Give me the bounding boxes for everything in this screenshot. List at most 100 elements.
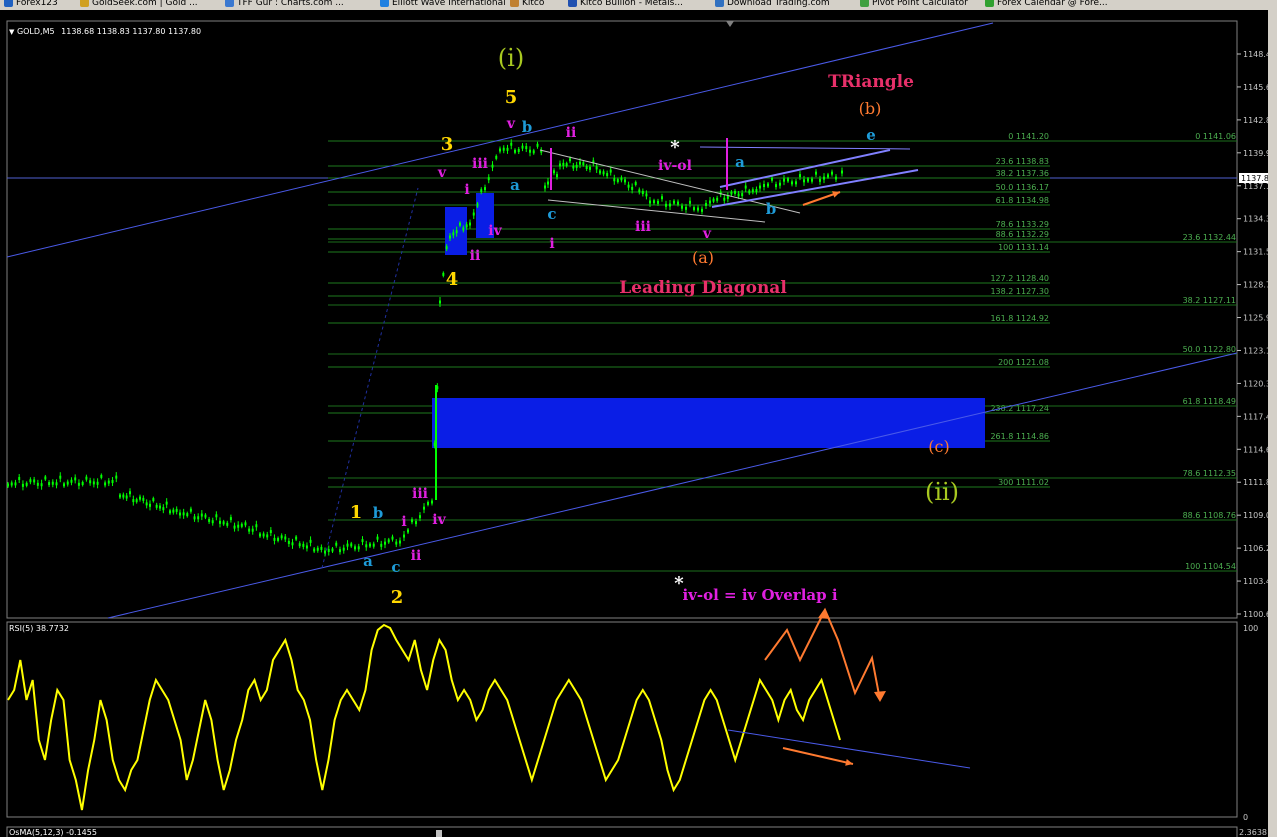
candle-body [544, 185, 546, 189]
candle-body [701, 208, 703, 212]
wave-2-label: 2 [391, 587, 404, 608]
taskbar-item[interactable]: GoldSeek.com | Gold ... [80, 0, 198, 8]
candle-body [487, 177, 490, 181]
candle-body [759, 185, 761, 189]
candle-body [179, 512, 181, 516]
candle-body [476, 203, 479, 207]
candle-body [85, 476, 88, 480]
taskbar-item-label: Forex123 [16, 0, 58, 8]
main-chart-header: ▼ GOLD,M5 1138.68 1138.83 1137.80 1137.8… [9, 27, 201, 36]
candle-body [240, 523, 243, 527]
fib-label: 261.8 1114.86 [990, 432, 1049, 441]
candle-body [229, 517, 232, 521]
candle-body [716, 197, 719, 201]
osma-label: 2.3638 [1239, 828, 1267, 837]
candle-body [14, 482, 17, 486]
candle-body [627, 184, 630, 188]
gold-icon [80, 0, 89, 7]
taskbar-item[interactable]: Elliott Wave International [380, 0, 506, 8]
candle-body [827, 174, 829, 178]
taskbar-item[interactable]: Kitco [510, 0, 544, 8]
candle-body [565, 163, 568, 167]
candle-body [186, 513, 189, 517]
dropdown-icon[interactable]: ▼ [9, 28, 14, 36]
taskbar: Forex123 GoldSeek.com | Gold ... TFF Gur :… [0, 0, 1277, 10]
wave-b-left-label: b [373, 504, 384, 522]
candle-body [324, 550, 326, 554]
candle-body [139, 496, 141, 500]
taskbar-item[interactable]: Pivot Point Calculator [860, 0, 968, 8]
candle-body [391, 536, 394, 540]
taskbar-item-label: Download Trading.com [727, 0, 830, 8]
tri-top-line [699, 146, 911, 150]
candle-body [480, 189, 483, 193]
candle-body [266, 534, 269, 538]
candle-body [465, 224, 468, 228]
candle-body [415, 521, 417, 525]
vertical-scrollbar[interactable] [1268, 10, 1277, 837]
candle-body [395, 541, 398, 545]
candle-body [313, 548, 316, 552]
candle-body [407, 529, 409, 533]
candle-body [744, 185, 747, 189]
candle-body [472, 212, 475, 216]
wave-a-paren-label: (a) [692, 248, 714, 267]
wave-b-tri-label: b [766, 200, 777, 218]
candle-body [175, 508, 178, 512]
fib-label-right: 78.6 1112.35 [1183, 469, 1236, 478]
candle-body [510, 142, 513, 146]
taskbar-item-label: Forex Calendar @ Fore... [997, 0, 1108, 8]
candle-body [135, 499, 138, 503]
candle-body [33, 479, 36, 483]
leading-diagonal-label: Leading Diagonal [619, 278, 787, 298]
chart-window[interactable]: 1148.41 1145.61 1142.81 1139.96 1137.16 1134.… [0, 10, 1277, 837]
candle-body [316, 547, 319, 551]
wave-iv-4-label: iv [488, 223, 502, 239]
candle-body [320, 546, 323, 550]
candle-body [193, 516, 196, 520]
zigzag-head-2 [874, 691, 886, 702]
candle-body [514, 149, 516, 153]
wave-iv-left-label: iv [432, 512, 446, 528]
candle-body [298, 543, 301, 547]
candle-body [48, 482, 51, 486]
candle-body [100, 474, 103, 478]
wave-c-paren-label: (c) [928, 437, 949, 456]
taskbar-item[interactable]: Kitco Bullion - Metals... [568, 0, 683, 8]
candle-body [819, 178, 821, 182]
taskbar-item-label: Pivot Point Calculator [872, 0, 968, 8]
candle-body [459, 222, 461, 226]
candle-body [795, 181, 797, 185]
candle-body [779, 182, 781, 186]
candle-body [631, 186, 634, 190]
candle-body [562, 162, 565, 166]
candle-body [376, 536, 379, 540]
candle-body [331, 548, 334, 552]
candle-body [685, 206, 687, 210]
candle-body [149, 503, 151, 507]
triangle-label: TRiangle [828, 72, 914, 92]
candle-body [269, 530, 272, 534]
candle-body [609, 169, 612, 173]
taskbar-item[interactable]: Forex123 [4, 0, 58, 8]
candle-body [572, 165, 575, 169]
taskbar-item[interactable]: TFF Gur : Charts.com ... [225, 0, 344, 8]
candle-body [342, 547, 345, 551]
candle-body [815, 171, 817, 175]
ohlc-values: 1138.68 1138.83 1137.80 1137.80 [61, 27, 202, 36]
wave-b-5-label: b [522, 118, 533, 136]
candle-body [775, 184, 777, 188]
taskbar-item[interactable]: Forex Calendar @ Fore... [985, 0, 1108, 8]
fib-label-right: 0 1141.06 [1195, 132, 1236, 141]
candle-body [657, 200, 659, 204]
wave-iii-3-label: iii [472, 156, 488, 172]
taskbar-item[interactable]: Download Trading.com [715, 0, 830, 8]
candle-body [553, 170, 555, 174]
price-chart[interactable]: 1148.411145.611142.811139.961137.161134.… [0, 10, 1277, 837]
wave-c-left-label: c [391, 558, 400, 576]
wave-i-3-label: i [464, 182, 469, 198]
candle-body [277, 537, 280, 541]
wave-iii-left-label: iii [412, 486, 428, 502]
candle-body [575, 164, 578, 168]
fib-label: 0 1141.20 [1008, 132, 1049, 141]
